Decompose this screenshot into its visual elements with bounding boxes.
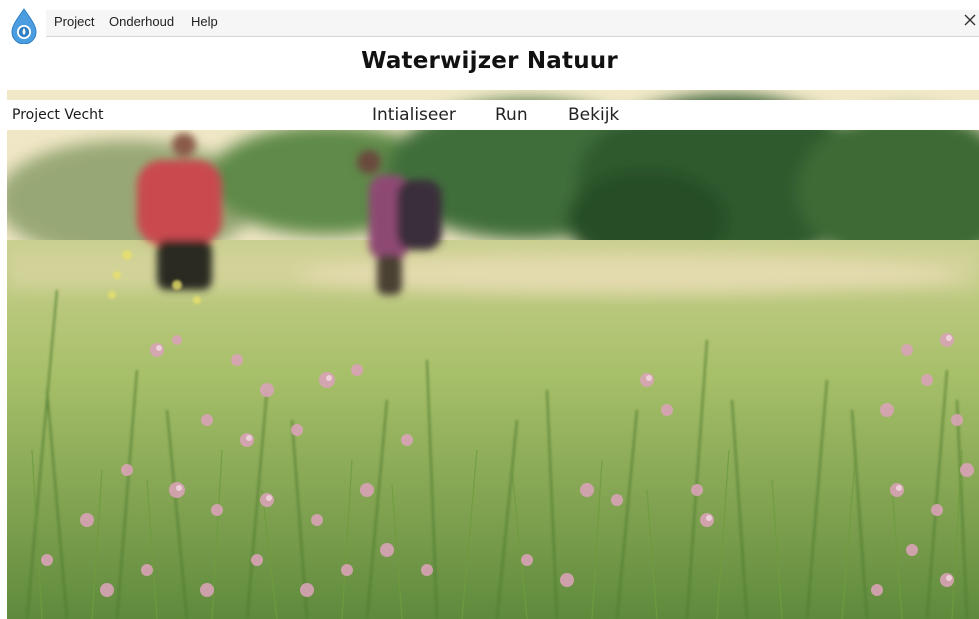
menu-strip: Project Onderhoud Help (46, 10, 979, 37)
page-title: Waterwijzer Natuur (361, 48, 618, 74)
menu-onderhoud[interactable]: Onderhoud (109, 13, 174, 31)
nav-run[interactable]: Run (495, 105, 528, 125)
nav-bekijk[interactable]: Bekijk (568, 105, 619, 125)
close-icon[interactable] (963, 13, 977, 27)
project-name: Project Vecht (12, 107, 104, 123)
menu-help[interactable]: Help (191, 13, 218, 31)
water-drop-logo-icon (10, 8, 38, 45)
menu-bar: Project Onderhoud Help (0, 0, 979, 45)
nav-initialiseer[interactable]: Intialiseer (372, 105, 456, 125)
hero-image (7, 90, 979, 619)
project-nav-bar: Project Vecht Intialiseer Run Bekijk (7, 100, 979, 130)
menu-project[interactable]: Project (54, 13, 94, 31)
app-window: Project Onderhoud Help Waterwijzer Natuu… (0, 0, 979, 619)
